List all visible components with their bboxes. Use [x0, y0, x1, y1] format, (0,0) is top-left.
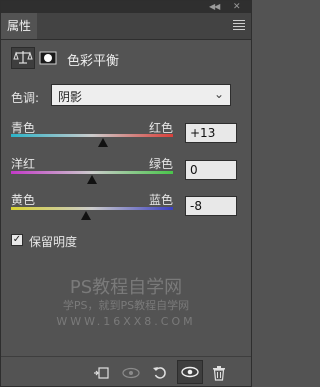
panel-tab-row: 属性	[1, 13, 251, 40]
panel-top-bar: ◀◀ ✕	[1, 1, 251, 13]
view-previous-state-icon[interactable]	[121, 365, 141, 381]
slider-green-label: 绿色	[149, 157, 174, 171]
trash-icon[interactable]	[211, 365, 227, 381]
preserve-luminosity-checkbox[interactable]: ✓	[11, 234, 23, 246]
clip-to-layer-icon[interactable]	[93, 365, 109, 381]
tab-properties[interactable]: 属性	[1, 13, 37, 39]
hamburger-menu-icon[interactable]	[233, 20, 245, 32]
tone-select-value: 阴影	[58, 90, 83, 104]
magenta-green-slider-thumb[interactable]	[87, 175, 97, 184]
watermark-url: WWW.16XX8.COM	[56, 315, 196, 328]
magenta-green-slider-track[interactable]	[11, 171, 173, 174]
close-icon[interactable]: ✕	[233, 1, 241, 13]
color-balance-scale-icon[interactable]	[11, 47, 35, 69]
watermark-subtitle: 学PS，就到PS教程自学网	[62, 299, 190, 312]
tone-select[interactable]: 阴影 ⌄	[51, 84, 231, 106]
collapse-arrows-icon[interactable]: ◀◀	[209, 1, 220, 13]
slider-magenta-label: 洋红	[11, 157, 36, 171]
layer-mask-icon[interactable]	[39, 50, 57, 66]
cyan-red-slider-track[interactable]	[11, 134, 173, 137]
adjustment-title: 色彩平衡	[67, 54, 120, 69]
reset-icon[interactable]	[152, 365, 168, 381]
magenta-green-value-field[interactable]: 0	[185, 160, 237, 180]
bottom-toolbar	[1, 356, 251, 387]
slider-yellow-label: 黄色	[11, 193, 36, 207]
watermark-title: PS教程自学网	[69, 277, 183, 298]
cyan-red-slider-thumb[interactable]	[97, 138, 108, 147]
tone-label: 色调:	[11, 91, 40, 105]
slider-blue-label: 蓝色	[149, 193, 174, 207]
chevron-down-icon: ⌄	[213, 87, 224, 101]
cyan-red-value-field[interactable]: +13	[185, 123, 237, 143]
preserve-luminosity-label: 保留明度	[29, 235, 78, 249]
eye-icon[interactable]	[177, 360, 203, 384]
properties-panel: ◀◀ ✕ 属性 色彩平衡 色调: 阴影 ⌄ 青色 红色 +13 洋红 绿色 0 …	[0, 0, 252, 387]
adjustment-header: 色彩平衡	[11, 47, 241, 73]
yellow-blue-slider-track[interactable]	[11, 207, 173, 210]
yellow-blue-slider-thumb[interactable]	[80, 211, 91, 220]
yellow-blue-value-field[interactable]: -8	[185, 196, 237, 216]
